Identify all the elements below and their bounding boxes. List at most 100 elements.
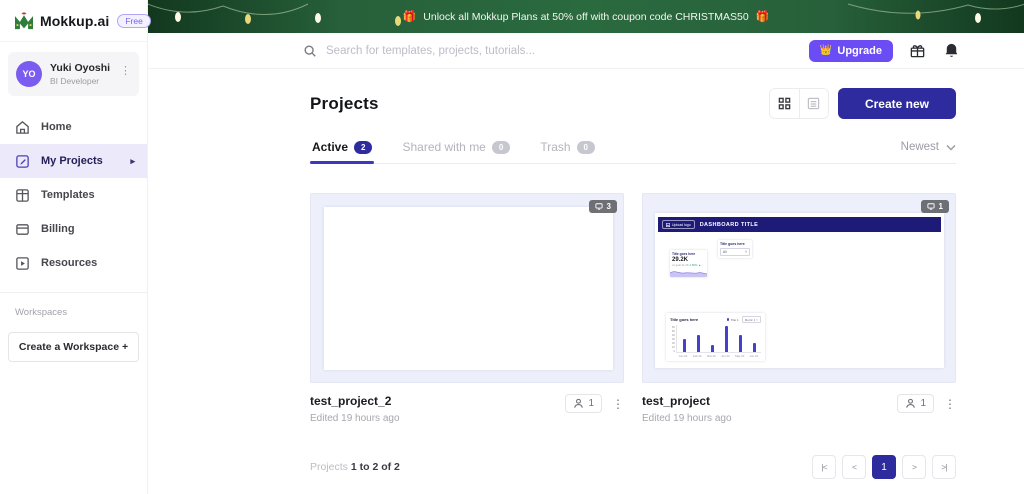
pagination: Projects 1 to 2 of 2 |< < 1 > >| [310, 455, 956, 479]
members-count: 1 [920, 398, 926, 409]
pagination-summary: Projects 1 to 2 of 2 [310, 461, 400, 473]
user-card[interactable]: YO Yuki Oyoshi BI Developer ⋮ [8, 52, 139, 96]
sidebar-nav: Home My Projects ▸ Templates Billing Res… [0, 110, 147, 280]
members-badge[interactable]: 1 [565, 394, 602, 413]
bar-chart-x-axis: Jan 22 Feb 22 Mar 22 Apr 22 May 22 Jun 22 [678, 354, 759, 358]
project-thumbnail[interactable]: 3 [310, 193, 624, 383]
sidebar: Mokkup.ai Free YO Yuki Oyoshi BI Develop… [0, 0, 151, 494]
sidebar-item-label: Billing [41, 223, 75, 235]
sidebar-item-resources[interactable]: Resources [0, 246, 147, 280]
sidebar-item-label: My Projects [41, 155, 103, 167]
sidebar-item-label: Templates [41, 189, 95, 201]
tab-label: Shared with me [402, 140, 486, 154]
bar-chart-legend: Title 1 [726, 317, 739, 322]
project-thumbnail[interactable]: 1 Upload logo DASHBOARD TITLE Title goes… [642, 193, 956, 383]
search-bar[interactable] [303, 44, 809, 58]
chevron-right-icon: ▸ [130, 155, 135, 166]
tab-label: Active [312, 140, 349, 154]
screens-icon [926, 203, 935, 210]
dashboard-filter-widget: Title goes here All ˅ [718, 240, 752, 258]
project-name[interactable]: test_project_2 [310, 394, 400, 408]
filter-select: All ˅ [720, 248, 750, 256]
project-edited: Edited 19 hours ago [642, 413, 732, 424]
user-menu-kebab-icon[interactable]: ⋮ [120, 64, 131, 77]
view-toggle [768, 88, 829, 119]
templates-icon [16, 188, 29, 202]
tab-label: Trash [540, 140, 571, 154]
bell-icon[interactable] [943, 42, 960, 59]
list-view-button[interactable] [798, 89, 828, 118]
next-page-button[interactable]: > [902, 455, 926, 479]
pagination-label: Projects [310, 461, 351, 473]
screens-count: 3 [606, 202, 611, 211]
tab-trash[interactable]: Trash 0 [538, 140, 597, 163]
sidebar-item-templates[interactable]: Templates [0, 178, 147, 212]
upload-logo-label: Upload logo [672, 222, 691, 227]
sort-dropdown[interactable]: Newest [901, 141, 956, 163]
crown-icon: 👑 [819, 45, 833, 56]
metric-value: Metric 1 [744, 317, 756, 322]
gift-emoji-right: 🎁 [755, 11, 770, 23]
promo-banner: 🎁 Unlock all Mokkup Plans at 50% off wit… [148, 0, 1024, 33]
plan-badge: Free [117, 14, 151, 28]
chevron-down-icon [946, 144, 956, 151]
filter-value: All [723, 250, 727, 254]
members-count: 1 [588, 398, 594, 409]
screens-count-badge: 1 [920, 200, 949, 213]
current-page-button[interactable]: 1 [872, 455, 896, 479]
person-icon [574, 398, 584, 408]
project-card-test-project-2: 3 test_project_2 Edited 19 hours ago 1 ⋮ [310, 193, 624, 424]
first-page-button[interactable]: |< [812, 455, 836, 479]
sidebar-item-label: Resources [41, 257, 98, 269]
project-name[interactable]: test_project [642, 394, 732, 408]
upgrade-button[interactable]: 👑 Upgrade [808, 39, 893, 62]
person-icon [906, 398, 916, 408]
grid-view-button[interactable] [769, 89, 799, 118]
sidebar-item-label: Home [41, 121, 72, 133]
dashboard-preview: Upload logo DASHBOARD TITLE Title goes h… [655, 213, 944, 368]
sidebar-divider [0, 292, 147, 293]
brand-logo-row[interactable]: Mokkup.ai Free [0, 0, 151, 42]
project-menu-kebab-icon[interactable]: ⋮ [612, 397, 624, 411]
resources-play-icon [16, 256, 29, 270]
tab-shared-with-me[interactable]: Shared with me 0 [400, 140, 512, 163]
tabs: Active 2 Shared with me 0 Trash 0 Newest [310, 140, 956, 164]
screens-count: 1 [938, 202, 943, 211]
tab-count-badge: 0 [576, 140, 595, 154]
tab-active[interactable]: Active 2 [310, 140, 375, 164]
search-input[interactable] [326, 44, 666, 57]
dashboard-title: DASHBOARD TITLE [699, 221, 759, 228]
promo-banner-text: Unlock all Mokkup Plans at 50% off with … [423, 10, 749, 23]
pagination-range: 1 to 2 of 2 [350, 461, 400, 473]
metric-dropdown: Metric 1 ˅ [741, 316, 761, 323]
tab-count-badge: 0 [491, 140, 511, 154]
list-view-icon [808, 97, 820, 110]
gift-icon[interactable] [909, 42, 926, 59]
legend-label: Title 1 [730, 317, 739, 322]
billing-card-icon [16, 223, 29, 235]
grid-view-icon [778, 97, 791, 110]
members-badge[interactable]: 1 [897, 394, 934, 413]
create-workspace-button[interactable]: Create a Workspace + [8, 332, 139, 362]
gift-emoji-left: 🎁 [402, 11, 417, 23]
sidebar-item-billing[interactable]: Billing [0, 212, 147, 246]
page-title: Projects [310, 93, 379, 113]
sidebar-item-home[interactable]: Home [0, 110, 147, 144]
chevron-down-icon: ˅ [745, 250, 747, 254]
sidebar-item-my-projects[interactable]: My Projects ▸ [0, 144, 147, 178]
dashboard-preview-header: Upload logo DASHBOARD TITLE [658, 217, 941, 232]
last-page-button[interactable]: >| [932, 455, 956, 479]
upgrade-label: Upgrade [837, 44, 882, 57]
screens-count-badge: 3 [588, 200, 617, 213]
kpi-title: Title goes here [672, 252, 696, 256]
blank-canvas [324, 207, 613, 370]
create-new-button[interactable]: Create new [837, 88, 956, 119]
project-edited: Edited 19 hours ago [310, 413, 400, 424]
sort-label: Newest [900, 141, 939, 153]
avatar: YO [16, 61, 42, 87]
prev-page-button[interactable]: < [842, 455, 866, 479]
project-menu-kebab-icon[interactable]: ⋮ [944, 397, 956, 411]
image-icon [666, 222, 670, 227]
dashboard-kpi-widget: Title goes here 29.2K vs goal 11.2K 4.56… [670, 250, 707, 277]
workspaces-label: Workspaces [15, 307, 68, 318]
